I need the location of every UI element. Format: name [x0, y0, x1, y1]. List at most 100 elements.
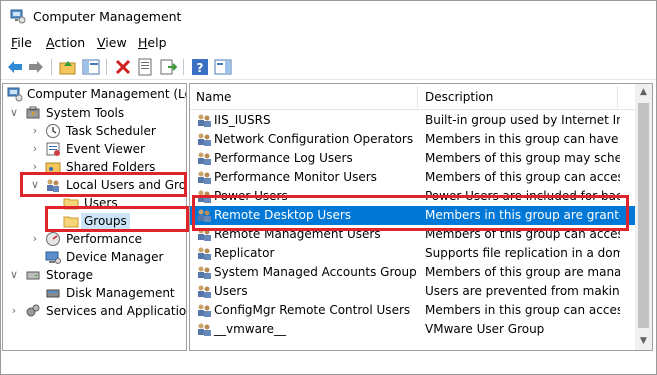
- expand-chevron-icon[interactable]: ›: [30, 122, 40, 140]
- back-arrow-icon[interactable]: [6, 58, 24, 76]
- expand-chevron-icon[interactable]: ›: [9, 302, 19, 320]
- group-icon: [198, 171, 211, 184]
- menu-view[interactable]: View: [97, 35, 127, 50]
- show-action-pane-icon[interactable]: [214, 58, 232, 76]
- computer-management-icon: [7, 87, 23, 102]
- menu-file[interactable]: File: [11, 35, 32, 50]
- tree-item-label: Services and Applications: [46, 304, 187, 318]
- toolbar-separator: [106, 59, 107, 75]
- table-row[interactable]: Replicator Supports file replication in a…: [190, 244, 635, 263]
- table-row[interactable]: System Managed Accounts Group Members of …: [190, 263, 635, 282]
- tree-item-label: Event Viewer: [66, 142, 145, 156]
- group-icon: [198, 285, 211, 298]
- title-bar: Computer Management: [1, 1, 656, 32]
- export-list-icon[interactable]: [159, 58, 177, 76]
- group-description: Members of this group can acces...: [425, 170, 620, 184]
- tree-item-task-scheduler[interactable]: › Task Scheduler: [3, 122, 186, 140]
- column-divider[interactable]: [417, 86, 418, 108]
- disk-management-icon: [46, 289, 60, 298]
- group-name: System Managed Accounts Group: [214, 265, 417, 279]
- menu-view-label: iew: [105, 35, 127, 50]
- clock-icon: [46, 124, 60, 138]
- scroll-down-arrow-icon[interactable]: ▼: [635, 333, 652, 350]
- computer-management-icon: [10, 9, 26, 24]
- group-name: Replicator: [214, 246, 275, 260]
- performance-icon: [46, 232, 60, 246]
- group-icon: [198, 133, 211, 146]
- column-header-name[interactable]: Name: [196, 90, 231, 104]
- window-title: Computer Management: [33, 9, 182, 24]
- up-folder-icon[interactable]: [59, 58, 77, 76]
- tree-item-services-and-applications[interactable]: › Services and Applications: [3, 302, 187, 320]
- column-divider[interactable]: [617, 86, 618, 108]
- computer-management-window: Computer Management File Action View Hel…: [0, 0, 657, 375]
- highlight-box-remote-desktop-users: [192, 195, 629, 231]
- collapse-chevron-icon[interactable]: ∨: [9, 104, 19, 122]
- storage-icon: [26, 271, 40, 280]
- group-description: Members in this group can acces...: [425, 303, 620, 317]
- table-row[interactable]: Network Configuration Operators Members i…: [190, 130, 635, 149]
- column-header-description[interactable]: Description: [425, 90, 493, 104]
- group-icon: [198, 152, 211, 165]
- group-description: VMware User Group: [425, 322, 545, 336]
- group-icon: [198, 266, 211, 279]
- tree-item-event-viewer[interactable]: › Event Viewer: [3, 140, 186, 158]
- tree-item-label: Computer Management (Loca: [27, 87, 186, 101]
- menu-help[interactable]: Help: [138, 35, 167, 50]
- group-description: Supports file replication in a dom...: [425, 246, 620, 260]
- group-description: Members in this group can have s...: [425, 132, 620, 146]
- menu-action[interactable]: Action: [46, 35, 85, 50]
- group-icon: [198, 114, 211, 127]
- tree-item-storage[interactable]: ∨ Storage: [3, 266, 186, 284]
- tree-item-label: Device Manager: [66, 250, 164, 264]
- tree-item-device-manager[interactable]: Device Manager: [3, 248, 186, 266]
- event-viewer-icon: [46, 142, 60, 156]
- table-row[interactable]: IIS_IUSRS Built-in group used by Internet…: [190, 111, 635, 130]
- services-icon: [26, 304, 40, 317]
- table-row[interactable]: Performance Log Users Members of this gro…: [190, 149, 635, 168]
- menu-file-label: ile: [17, 35, 32, 50]
- svg-text:?: ?: [197, 61, 204, 75]
- table-row[interactable]: Performance Monitor Users Members of this…: [190, 168, 635, 187]
- group-name: __vmware__: [214, 322, 287, 336]
- expand-chevron-icon[interactable]: ›: [30, 230, 40, 248]
- menu-bar: File Action View Help: [1, 33, 656, 53]
- tree-item-system-tools[interactable]: ∨ System Tools: [3, 104, 186, 122]
- group-icon: [198, 323, 211, 336]
- collapse-chevron-icon[interactable]: ∨: [9, 266, 19, 284]
- forward-arrow-icon[interactable]: [27, 58, 45, 76]
- help-icon[interactable]: ?: [191, 58, 209, 76]
- toolbar-separator: [183, 59, 184, 75]
- scrollbar-thumb[interactable]: [638, 103, 649, 328]
- group-description: Members of this group are mana...: [425, 265, 620, 279]
- menu-help-label: elp: [147, 35, 167, 50]
- tree-item-computer-management[interactable]: Computer Management (Loca: [3, 85, 186, 103]
- tree-item-performance[interactable]: › Performance: [3, 230, 186, 248]
- tree-item-disk-management[interactable]: Disk Management: [3, 284, 186, 302]
- group-name: IIS_IUSRS: [214, 113, 271, 127]
- table-row[interactable]: Users Users are prevented from making ...: [190, 282, 635, 301]
- toolbar: ?: [1, 54, 656, 80]
- scroll-up-arrow-icon[interactable]: ▲: [635, 84, 652, 101]
- properties-icon[interactable]: [136, 58, 154, 76]
- group-description: Members of this group may sche...: [425, 151, 620, 165]
- tree-item-label: Performance: [66, 232, 143, 246]
- delete-icon[interactable]: [114, 58, 132, 76]
- show-hide-console-tree-icon[interactable]: [82, 58, 100, 76]
- vertical-scrollbar[interactable]: ▲ ▼: [635, 84, 652, 350]
- device-manager-icon: [45, 251, 61, 264]
- group-name: Network Configuration Operators: [214, 132, 414, 146]
- table-row[interactable]: ConfigMgr Remote Control Users Members in…: [190, 301, 635, 320]
- group-name: Users: [214, 284, 248, 298]
- menu-help-accesskey: H: [138, 35, 148, 50]
- table-row[interactable]: __vmware__ VMware User Group: [190, 320, 635, 339]
- group-name: ConfigMgr Remote Control Users: [214, 303, 411, 317]
- group-name: Performance Log Users: [214, 151, 353, 165]
- group-description: Users are prevented from making ...: [425, 284, 620, 298]
- tree-item-label: Storage: [46, 268, 93, 282]
- menu-action-label: ction: [54, 35, 86, 50]
- group-icon: [198, 247, 211, 260]
- list-header: Name Description: [190, 84, 652, 110]
- system-tools-icon: [26, 106, 40, 119]
- expand-chevron-icon[interactable]: ›: [30, 140, 40, 158]
